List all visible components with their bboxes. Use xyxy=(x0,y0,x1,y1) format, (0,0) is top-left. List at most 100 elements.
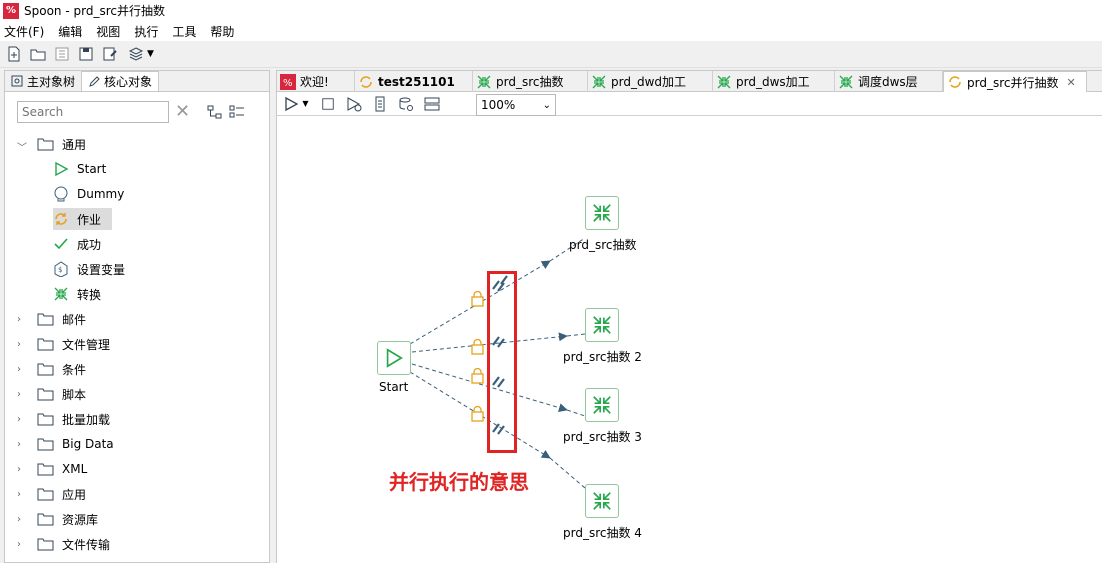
menu-view[interactable]: 视图 xyxy=(96,23,120,40)
align-icon xyxy=(424,97,440,110)
tree-folder-label: 批量加载 xyxy=(62,412,111,427)
tree-folder-application[interactable]: › 应用 xyxy=(17,483,86,505)
prd-src-node-4[interactable] xyxy=(585,484,619,518)
layers-dropdown-button[interactable]: ▼ xyxy=(124,44,158,64)
tree-item-job[interactable]: 作业 xyxy=(53,208,112,230)
menu-help[interactable]: 帮助 xyxy=(210,23,234,40)
menu-edit[interactable]: 编辑 xyxy=(58,23,82,40)
tree-folder-general[interactable]: ﹀ 通用 xyxy=(17,133,86,155)
lock-icon xyxy=(471,367,484,384)
folder-icon xyxy=(37,338,54,351)
repository-icon xyxy=(55,47,69,61)
tab-welcome[interactable]: % 欢迎! xyxy=(277,71,355,92)
chevron-right-icon[interactable]: › xyxy=(17,314,27,325)
chevron-down-icon: ⌄ xyxy=(542,99,551,111)
tree-item-dummy[interactable]: Dummy xyxy=(53,183,124,205)
preview-button[interactable] xyxy=(345,95,363,113)
zoom-select[interactable]: 100% ⌄ xyxy=(476,94,556,116)
tab-prd-dwd[interactable]: prd_dwd加工 xyxy=(588,71,713,92)
tree-folder-scripts[interactable]: › 脚本 xyxy=(17,383,86,405)
stop-button[interactable] xyxy=(319,95,337,113)
menu-run[interactable]: 执行 xyxy=(134,23,158,40)
prd-src-node-1[interactable] xyxy=(585,196,619,230)
tree-item-label: 转换 xyxy=(77,287,102,302)
svg-text:%: % xyxy=(283,78,293,89)
tab-prd-src-parallel[interactable]: prd_src并行抽数 ✕ xyxy=(943,71,1087,92)
tab-prd-src[interactable]: prd_src抽数 xyxy=(473,71,588,92)
menu-bar: 文件(F) 编辑 视图 执行 工具 帮助 xyxy=(0,21,1102,41)
job-canvas[interactable]: Start prd_src抽数 prd_src抽数 2 prd_src抽数 3 … xyxy=(277,118,1102,563)
chevron-right-icon[interactable]: › xyxy=(17,464,27,475)
database-search-icon xyxy=(399,97,413,111)
tree-folder-label: 脚本 xyxy=(62,387,87,402)
chevron-right-icon[interactable]: › xyxy=(17,514,27,525)
sql-button[interactable] xyxy=(397,95,415,113)
tree-folder-file-management[interactable]: › 文件管理 xyxy=(17,333,110,355)
tree-folder-label: 邮件 xyxy=(62,312,87,327)
tree-item-success[interactable]: 成功 xyxy=(53,233,101,255)
tab-core-objects[interactable]: 核心对象 xyxy=(81,71,160,91)
start-icon xyxy=(386,348,403,368)
transformation-icon xyxy=(593,396,611,414)
document-tabbar: % 欢迎! test251101 prd_src抽数 prd_dwd加工 prd… xyxy=(277,71,1102,92)
tree-folder-bulk-load[interactable]: › 批量加载 xyxy=(17,408,110,430)
tree-folder-repository[interactable]: › 资源库 xyxy=(17,508,98,530)
set-variables-icon: $ xyxy=(53,261,69,277)
tab-main-object-tree[interactable]: 主对象树 xyxy=(5,71,83,91)
open-file-button[interactable] xyxy=(28,44,48,64)
collapse-tree-icon[interactable] xyxy=(229,104,245,120)
folder-icon xyxy=(37,538,54,551)
close-icon[interactable]: ✕ xyxy=(1066,76,1075,89)
menu-file[interactable]: 文件(F) xyxy=(4,23,44,40)
tree-item-label: Start xyxy=(77,162,107,176)
spoon-app-icon: % xyxy=(3,2,19,19)
svg-text:$: $ xyxy=(58,266,62,274)
start-icon xyxy=(53,161,69,177)
chevron-right-icon[interactable]: › xyxy=(17,439,27,450)
new-file-button[interactable] xyxy=(4,44,24,64)
expand-tree-icon[interactable] xyxy=(207,104,223,120)
folder-icon xyxy=(37,513,54,526)
save-button[interactable] xyxy=(76,44,96,64)
tree-item-transformation[interactable]: 转换 xyxy=(53,283,101,305)
chevron-right-icon[interactable]: › xyxy=(17,414,27,425)
tree-folder-conditions[interactable]: › 条件 xyxy=(17,358,86,380)
align-button[interactable] xyxy=(423,95,441,113)
menu-tools[interactable]: 工具 xyxy=(172,23,196,40)
tree-folder-file-transfer[interactable]: › 文件传输 xyxy=(17,533,110,555)
prd-src-node-3[interactable] xyxy=(585,388,619,422)
debug-button[interactable] xyxy=(371,95,389,113)
transformation-icon xyxy=(53,286,69,302)
tree-folder-xml[interactable]: › XML xyxy=(17,458,87,480)
tree-folder-label: 通用 xyxy=(62,137,87,152)
run-button[interactable]: ▼ xyxy=(281,95,311,113)
tree-folder-mail[interactable]: › 邮件 xyxy=(17,308,86,330)
tab-test251101[interactable]: test251101 xyxy=(355,71,473,92)
transformation-icon xyxy=(717,75,731,88)
tree-folder-label: 应用 xyxy=(62,487,87,502)
tree-folder-big-data[interactable]: › Big Data xyxy=(17,433,114,455)
chevron-right-icon[interactable]: › xyxy=(17,539,27,550)
search-input[interactable] xyxy=(17,101,169,123)
clear-search-icon[interactable]: ✕ xyxy=(175,103,191,121)
save-as-button[interactable] xyxy=(100,44,120,64)
tab-label: 调度dws层 xyxy=(858,75,918,89)
editor-panel: % 欢迎! test251101 prd_src抽数 prd_dwd加工 prd… xyxy=(276,70,1102,563)
explore-repo-button[interactable] xyxy=(52,44,72,64)
tab-schedule-dws[interactable]: 调度dws层 xyxy=(835,71,943,92)
tab-prd-dws[interactable]: prd_dws加工 xyxy=(713,71,835,92)
chevron-right-icon[interactable]: › xyxy=(17,489,27,500)
chevron-right-icon[interactable]: › xyxy=(17,364,27,375)
chevron-right-icon[interactable]: › xyxy=(17,389,27,400)
chevron-right-icon[interactable]: › xyxy=(17,339,27,350)
tree-item-start[interactable]: Start xyxy=(53,158,106,180)
tab-label: 主对象树 xyxy=(27,74,76,89)
transformation-icon xyxy=(593,204,611,222)
chevron-down-icon[interactable]: ﹀ xyxy=(17,139,27,154)
folder-icon xyxy=(37,138,54,151)
prd-src-node-2[interactable] xyxy=(585,308,619,342)
script-icon xyxy=(375,96,385,111)
tree-item-set-variables[interactable]: $ 设置变量 xyxy=(53,258,125,280)
tree-item-label: 设置变量 xyxy=(77,262,126,277)
start-node[interactable] xyxy=(377,341,411,375)
